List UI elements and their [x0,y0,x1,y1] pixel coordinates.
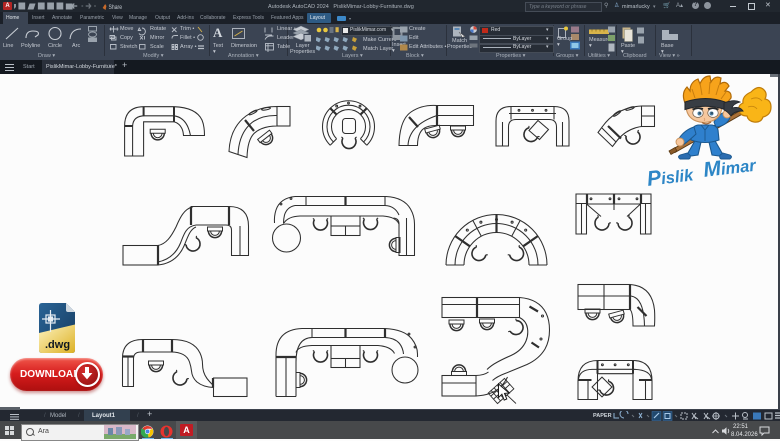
svg-text:Share: Share [109,5,123,11]
svg-text:Pislik: Pislik [646,162,695,191]
svg-text:.dwg: .dwg [45,339,70,351]
svg-text:Mimar: Mimar [702,154,758,182]
